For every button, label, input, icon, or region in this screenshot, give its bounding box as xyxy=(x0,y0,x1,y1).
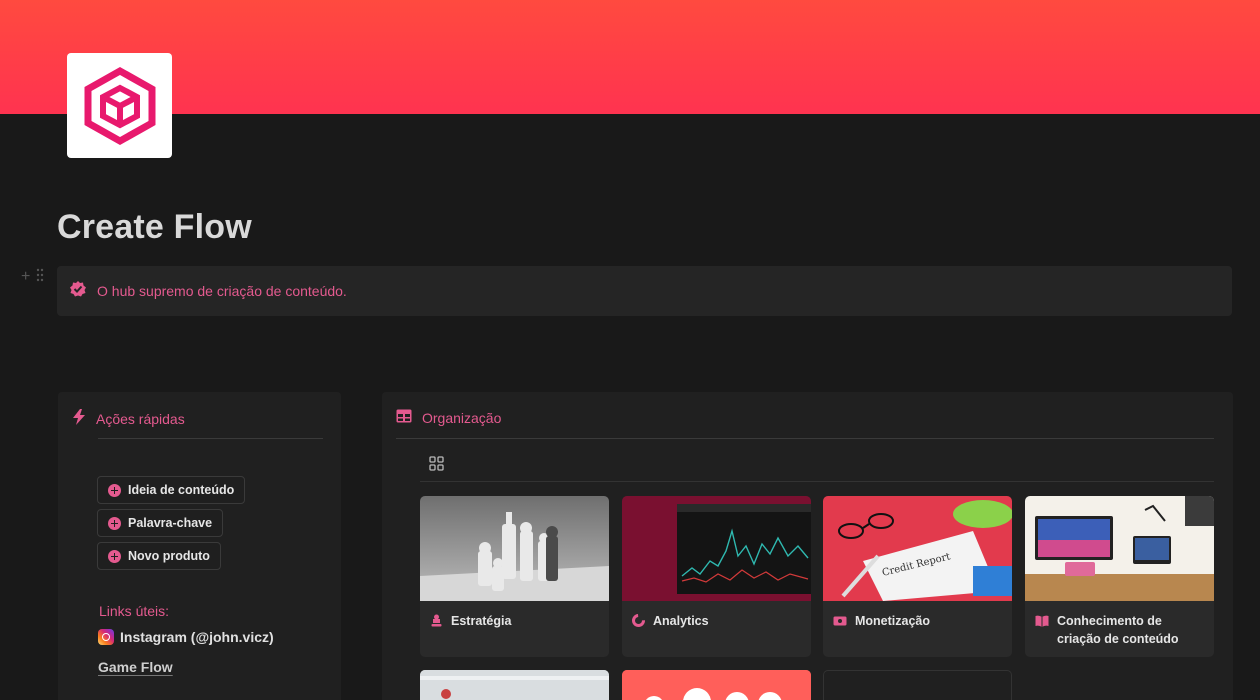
instagram-icon xyxy=(98,629,114,645)
card-title: Analytics xyxy=(653,614,709,628)
gallery-card-monetizacao[interactable]: Credit Report Monetização xyxy=(823,496,1012,657)
divider xyxy=(396,438,1214,439)
quick-actions-header: Ações rápidas xyxy=(72,409,185,428)
divider xyxy=(420,481,1214,482)
block-handles[interactable]: + xyxy=(21,268,44,287)
quick-action-buttons: Ideia de conteúdo Palavra-chave Novo pro… xyxy=(97,476,246,570)
drag-handle-icon[interactable] xyxy=(36,268,44,287)
organization-title: Organização xyxy=(422,409,502,426)
callout: O hub supremo de criação de conteúdo. xyxy=(57,266,1232,316)
organization-header: Organização xyxy=(396,409,501,426)
plus-circle-icon xyxy=(108,516,121,530)
chess-image xyxy=(420,496,609,601)
card-title: Monetização xyxy=(855,614,931,628)
content-idea-button[interactable]: Ideia de conteúdo xyxy=(97,476,246,504)
useful-links-title: Links úteis: xyxy=(99,603,170,619)
gallery-card-conhecimento[interactable]: Conhecimento de criação de conteúdo xyxy=(1025,496,1214,657)
organization-panel: Organização Estratégia Analytics Credit … xyxy=(382,392,1233,700)
plus-circle-icon xyxy=(108,549,121,563)
money-icon xyxy=(833,614,847,632)
analytics-image xyxy=(622,496,811,601)
quick-actions-panel: Ações rápidas Ideia de conteúdo Palavra-… xyxy=(58,392,341,700)
new-product-button[interactable]: Novo produto xyxy=(97,542,221,570)
gallery-card[interactable] xyxy=(622,670,811,700)
gallery-card[interactable] xyxy=(420,670,609,700)
quick-actions-title: Ações rápidas xyxy=(96,410,185,427)
divider xyxy=(98,438,323,439)
book-icon xyxy=(1035,614,1049,632)
desk-setup-image xyxy=(1025,496,1214,601)
game-flow-link[interactable]: Game Flow xyxy=(98,659,173,675)
page-title: Create Flow xyxy=(57,208,252,246)
credit-report-image: Credit Report xyxy=(823,496,1012,601)
table-icon xyxy=(396,409,412,426)
lightning-icon xyxy=(72,409,86,428)
chess-icon xyxy=(430,614,443,632)
page-cover xyxy=(0,0,1260,114)
gallery-card-analytics[interactable]: Analytics xyxy=(622,496,811,657)
pie-chart-icon xyxy=(632,614,645,632)
verified-badge-icon xyxy=(69,280,87,303)
instagram-link[interactable]: Instagram (@john.vicz) xyxy=(98,629,274,645)
keyword-button[interactable]: Palavra-chave xyxy=(97,509,224,537)
card-title: Conhecimento de criação de conteúdo xyxy=(1057,614,1179,646)
card-title: Estratégia xyxy=(451,614,512,628)
gallery-card-estrategia[interactable]: Estratégia xyxy=(420,496,609,657)
plus-circle-icon xyxy=(108,483,121,497)
gallery-card[interactable] xyxy=(823,670,1012,700)
callout-text: O hub supremo de criação de conteúdo. xyxy=(97,283,347,299)
page-logo-icon[interactable] xyxy=(67,53,172,158)
gallery-view-icon[interactable] xyxy=(429,456,444,476)
add-block-icon[interactable]: + xyxy=(21,268,30,287)
